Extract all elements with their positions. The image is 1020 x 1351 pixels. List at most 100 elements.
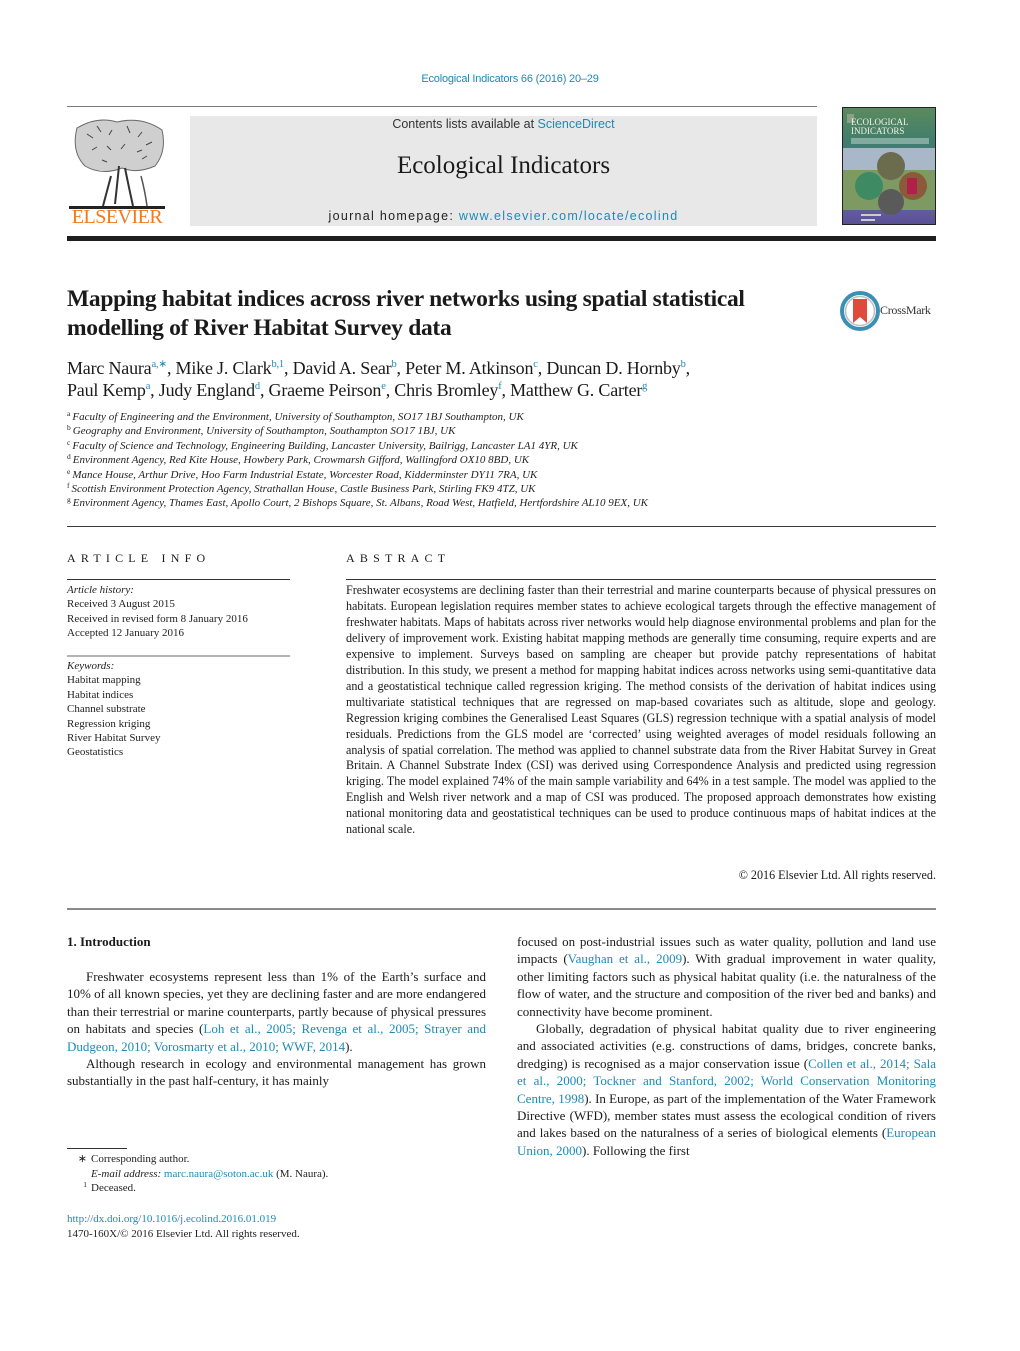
journal-citation-link[interactable]: Ecological Indicators 66 (2016) 20–29 <box>0 73 1020 85</box>
author-separator: , <box>685 358 691 378</box>
footnote-mark: 1 <box>83 1180 87 1190</box>
article-title: Mapping habitat indices across river net… <box>67 286 745 341</box>
paragraph-text: ). Following the first <box>582 1142 690 1158</box>
affiliation-key: a <box>67 409 71 418</box>
author-separator: , <box>396 358 406 378</box>
keywords-list: Keywords: Habitat mapping Habitat indice… <box>67 659 160 760</box>
author[interactable]: Matthew G. Carterg <box>510 380 647 400</box>
body-paragraph: Although research in ecology and environ… <box>67 1056 486 1089</box>
author[interactable]: Paul Kempa <box>67 380 150 400</box>
article-history-label: Article history: <box>67 584 134 596</box>
doi-block: http://dx.doi.org/10.1016/j.ecolind.2016… <box>67 1212 300 1241</box>
body-paragraph: Freshwater ecosystems represent less tha… <box>67 968 486 1055</box>
journal-cover-image[interactable]: ECOLOGICAL INDICATORS <box>842 107 936 225</box>
affiliation-text: Geography and Environment, University of… <box>72 425 456 438</box>
affiliations-rule <box>67 526 936 527</box>
article-history: Article history: Received 3 August 2015 … <box>67 583 248 641</box>
author[interactable]: David A. Searb <box>293 358 397 378</box>
article-info-rule <box>67 579 290 580</box>
affiliation-key: b <box>67 423 71 433</box>
author[interactable]: Mike J. Clarkb,1 <box>176 358 285 378</box>
abstract-copyright: © 2016 Elsevier Ltd. All rights reserved… <box>738 868 936 882</box>
footnote-text: Deceased. <box>91 1182 136 1195</box>
affiliation-key: d <box>67 452 71 462</box>
footnote-corresponding: ∗ Corresponding author. <box>67 1152 328 1167</box>
author-name[interactable]: Peter M. Atkinson <box>405 358 533 378</box>
author-affiliation-ref[interactable]: a,∗ <box>151 359 167 370</box>
crossmark-label[interactable]: CrossMark <box>880 303 931 318</box>
affiliation-list: a Faculty of Engineering and the Environm… <box>67 410 927 511</box>
affiliation: e Mance House, Arthur Drive, Hoo Farm Ind… <box>67 467 927 482</box>
email-link[interactable]: marc.naura@soton.ac.uk <box>164 1168 273 1180</box>
issn-copyright: 1470-160X/© 2016 Elsevier Ltd. All right… <box>67 1227 300 1240</box>
footnote-rule <box>67 1148 127 1149</box>
author-separator: , <box>166 358 176 378</box>
author-name[interactable]: Marc Naura <box>67 358 152 378</box>
sciencedirect-link[interactable]: ScienceDirect <box>538 117 615 131</box>
author[interactable]: Marc Nauraa,∗ <box>67 358 167 378</box>
cover-artwork-icon <box>843 148 935 221</box>
affiliation-text: Environment Agency, Red Kite House, Howb… <box>72 454 530 467</box>
author-list: Marc Nauraa,∗, Mike J. Clarkb,1, David A… <box>67 357 927 401</box>
affiliation-text: Faculty of Engineering and the Environme… <box>72 411 524 423</box>
journal-title: Ecological Indicators <box>396 152 611 179</box>
affiliation-text: Faculty of Science and Technology, Engin… <box>72 439 578 452</box>
affiliation: b Geography and Environment, University o… <box>67 424 927 438</box>
author-name[interactable]: Paul Kemp <box>67 380 146 400</box>
body-column-left: Freshwater ecosystems represent less tha… <box>67 968 486 1090</box>
abstract-rule <box>346 579 936 580</box>
history-item: Accepted 12 January 2016 <box>67 627 184 640</box>
article-info-heading: ARTICLE INFO <box>67 551 211 565</box>
footnote-mark: ∗ <box>77 1153 87 1165</box>
cover-title-line2: INDICATORS <box>851 126 905 136</box>
affiliation-text: Mance House, Arthur Drive, Hoo Farm Indu… <box>72 468 538 481</box>
section-heading-introduction: 1. Introduction <box>67 934 151 949</box>
author[interactable]: Chris Bromleyf <box>394 380 501 400</box>
author-name[interactable]: Mike J. Clark <box>176 358 272 378</box>
footnotes: ∗ Corresponding author. E-mail address: m… <box>67 1152 329 1196</box>
footnote-deceased: 1 Deceased. <box>67 1181 328 1196</box>
email-label: E-mail address: <box>91 1167 164 1180</box>
doi-link[interactable]: http://dx.doi.org/10.1016/j.ecolind.2016… <box>67 1213 276 1225</box>
author-affiliation-ref[interactable]: g <box>642 381 647 392</box>
journal-masthead: Contents lists available at ScienceDirec… <box>190 116 817 226</box>
affiliation: d Environment Agency, Red Kite House, How… <box>67 453 927 467</box>
author-name[interactable]: Chris Bromley <box>394 380 498 400</box>
journal-homepage-link[interactable]: www.elsevier.com/locate/ecolind <box>459 209 679 223</box>
author-name[interactable]: Duncan D. Hornby <box>546 358 680 378</box>
author-name[interactable]: Matthew G. Carter <box>510 380 642 400</box>
header-rule <box>67 106 817 107</box>
homepage-prefix: journal homepage: <box>328 209 459 223</box>
history-item: Received 3 August 2015 <box>67 598 175 611</box>
affiliation-key: f <box>67 481 70 491</box>
author-name[interactable]: David A. Sear <box>293 358 392 378</box>
affiliation-text: Scottish Environment Protection Agency, … <box>71 483 536 496</box>
history-item: Received in revised form 8 January 2016 <box>67 612 248 625</box>
author-name[interactable]: Judy England <box>159 380 255 400</box>
crossmark-icon[interactable] <box>840 291 880 331</box>
keyword: Regression kriging <box>67 717 151 730</box>
contents-available-line: Contents lists available at ScienceDirec… <box>190 117 817 131</box>
author[interactable]: Judy Englandd <box>159 380 260 400</box>
contents-prefix: Contents lists available at <box>392 117 538 131</box>
keyword: River Habitat Survey <box>67 732 161 745</box>
paragraph-text: ). <box>345 1038 353 1054</box>
masthead-thick-rule <box>67 236 936 241</box>
keyword: Geostatistics <box>67 746 124 759</box>
body-paragraph: Globally, degradation of physical habita… <box>517 1020 936 1159</box>
author[interactable]: Duncan D. Hornbyb <box>546 358 686 378</box>
body-column-right: focused on post-industrial issues such a… <box>517 933 936 1159</box>
affiliation: c Faculty of Science and Technology, Engi… <box>67 439 927 453</box>
author[interactable]: Graeme Peirsone <box>269 380 386 400</box>
author-separator: , <box>385 380 395 400</box>
citation-link[interactable]: Vaughan et al., 2009 <box>568 951 682 966</box>
affiliation: f Scottish Environment Protection Agency,… <box>67 482 927 496</box>
author-name[interactable]: Graeme Peirson <box>269 380 382 400</box>
elsevier-wordmark: ELSEVIER <box>71 206 163 228</box>
author-separator: , <box>501 380 511 400</box>
abstract-end-rule <box>67 908 936 910</box>
footnote-text: Corresponding author. <box>91 1153 190 1165</box>
affiliation-key: c <box>67 437 71 447</box>
author[interactable]: Peter M. Atkinsonc <box>405 358 538 378</box>
author-affiliation-ref[interactable]: b,1 <box>271 359 284 370</box>
